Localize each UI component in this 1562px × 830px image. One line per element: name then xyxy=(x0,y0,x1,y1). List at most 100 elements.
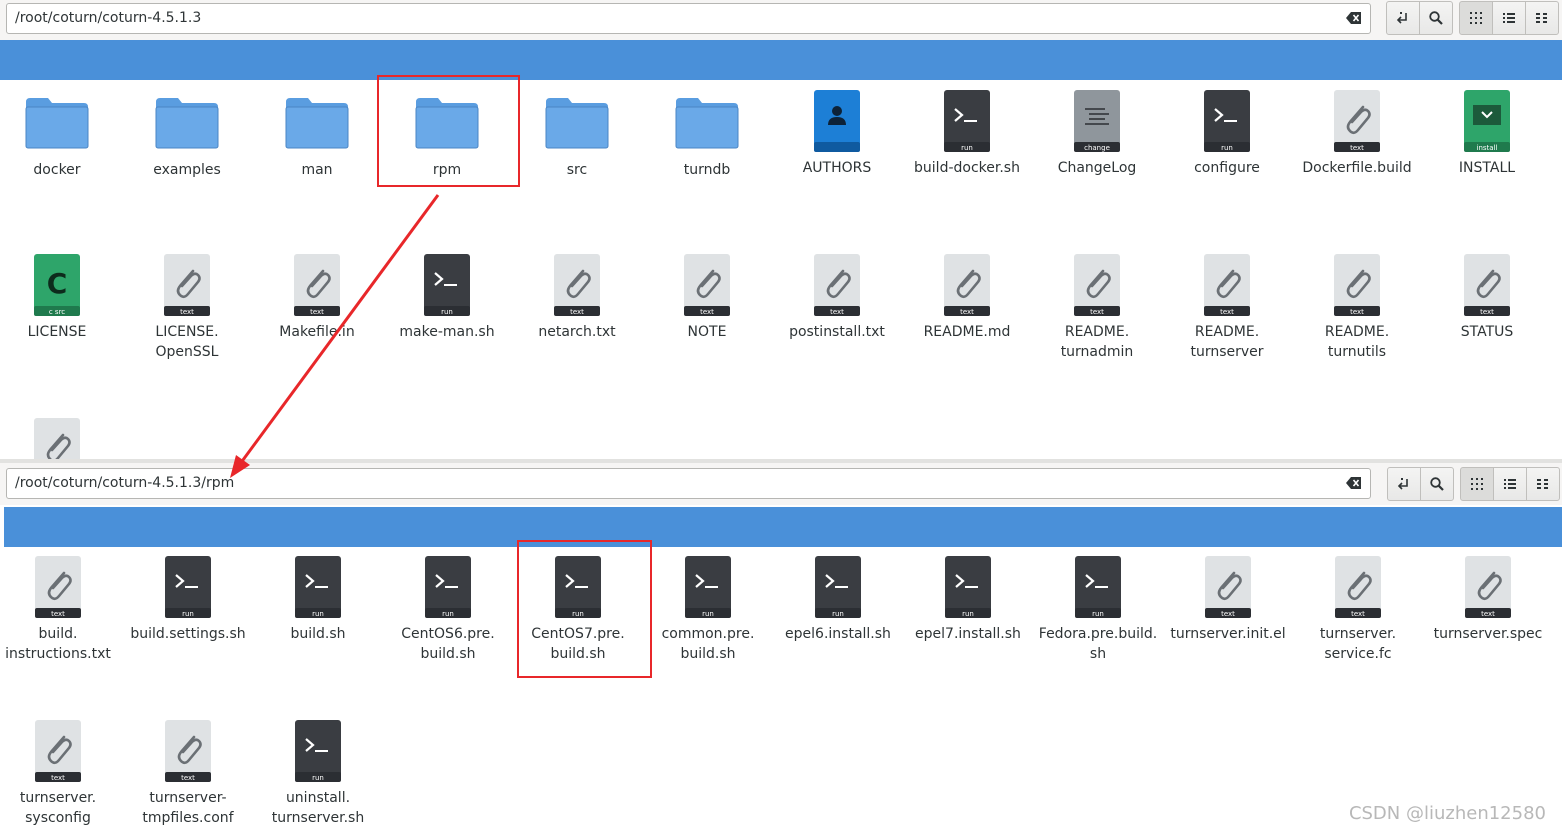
file-name-label: Makefile.in xyxy=(279,324,355,340)
top-item[interactable]: text NOTE xyxy=(643,253,771,342)
list-view-button[interactable] xyxy=(1493,467,1527,501)
svg-text:run: run xyxy=(182,610,194,618)
svg-text:text: text xyxy=(1090,308,1104,316)
bottom-item[interactable]: text turnserver.init.el xyxy=(1164,555,1292,644)
bottom-item[interactable]: run build.sh xyxy=(254,555,382,644)
text-icon: text xyxy=(294,254,340,316)
bottom-item[interactable]: text turnserver. sysconfig xyxy=(0,719,122,828)
clear-icon[interactable] xyxy=(1346,11,1362,25)
file-name-label: postinstall.txt xyxy=(789,324,885,340)
authors-icon xyxy=(814,90,860,152)
svg-text:text: text xyxy=(51,610,65,618)
bottom-blue-bar xyxy=(4,507,1562,547)
bottom-toolbar: /root/coturn/coturn-4.5.1.3/rpm xyxy=(0,463,1562,505)
file-name-label: Fedora.pre.build. sh xyxy=(1038,626,1158,662)
top-item[interactable]: src xyxy=(513,95,641,180)
install-icon: install xyxy=(1464,90,1510,152)
toggle-location-button[interactable] xyxy=(1386,1,1420,35)
svg-text:text: text xyxy=(1221,610,1235,618)
file-name-label: build-docker.sh xyxy=(914,160,1020,176)
bottom-item[interactable]: run uninstall. turnserver.sh xyxy=(254,719,382,828)
svg-text:text: text xyxy=(1220,308,1234,316)
top-item[interactable]: text netarch.txt xyxy=(513,253,641,342)
folder-icon xyxy=(675,98,739,149)
bottom-item[interactable]: run Fedora.pre.build. sh xyxy=(1034,555,1162,664)
clear-icon[interactable] xyxy=(1346,476,1362,490)
run-icon: run xyxy=(815,556,861,618)
toggle-location-button[interactable] xyxy=(1387,467,1421,501)
top-item[interactable]: change ChangeLog xyxy=(1033,89,1161,178)
file-name-label: turndb xyxy=(683,162,731,178)
file-name-label: turnserver.init.el xyxy=(1170,626,1286,642)
file-name-label: epel6.install.sh xyxy=(785,626,891,642)
top-item[interactable]: man xyxy=(253,95,381,180)
grid-view-button[interactable] xyxy=(1459,1,1493,35)
search-button[interactable] xyxy=(1419,1,1453,35)
text-icon: text xyxy=(164,254,210,316)
top-item[interactable]: text README.md xyxy=(903,253,1031,342)
view-options-button[interactable] xyxy=(1525,1,1559,35)
folder-icon xyxy=(545,98,609,149)
text-icon: text xyxy=(684,254,730,316)
bottom-item[interactable]: run build.settings.sh xyxy=(124,555,252,644)
top-item[interactable]: run make-man.sh xyxy=(383,253,511,342)
file-name-label: docker xyxy=(33,162,81,178)
text-icon: text xyxy=(1335,556,1381,618)
svg-text:text: text xyxy=(570,308,584,316)
bottom-item[interactable]: text build. instructions.txt xyxy=(0,555,122,664)
bottom-item[interactable]: run CentOS6.pre. build.sh xyxy=(384,555,512,664)
search-button[interactable] xyxy=(1420,467,1454,501)
location-entry[interactable]: /root/coturn/coturn-4.5.1.3 xyxy=(6,3,1371,34)
bottom-item[interactable]: run common.pre. build.sh xyxy=(644,555,772,664)
location-entry-rpm[interactable]: /root/coturn/coturn-4.5.1.3/rpm xyxy=(6,468,1371,499)
top-item[interactable]: text xyxy=(0,417,121,459)
run-icon: run xyxy=(425,556,471,618)
file-name-label: src xyxy=(566,162,588,178)
list-view-button[interactable] xyxy=(1492,1,1526,35)
run-icon: run xyxy=(295,720,341,782)
top-item[interactable]: text Dockerfile.build xyxy=(1293,89,1421,178)
folder-icon xyxy=(25,98,89,149)
top-item[interactable]: text README. turnserver xyxy=(1163,253,1291,362)
top-item[interactable]: text README. turnadmin xyxy=(1033,253,1161,362)
svg-text:install: install xyxy=(1477,144,1498,152)
svg-text:text: text xyxy=(51,774,65,782)
top-item[interactable]: install INSTALL xyxy=(1423,89,1551,178)
location-path: /root/coturn/coturn-4.5.1.3 xyxy=(15,10,202,26)
top-item[interactable]: run build-docker.sh xyxy=(903,89,1031,178)
view-options-button[interactable] xyxy=(1526,467,1560,501)
svg-text:run: run xyxy=(961,144,973,152)
top-item[interactable]: run configure xyxy=(1163,89,1291,178)
bottom-item[interactable]: text turnserver- tmpfiles.conf xyxy=(124,719,252,828)
bottom-item[interactable]: text turnserver. service.fc xyxy=(1294,555,1422,664)
svg-text:text: text xyxy=(1350,144,1364,152)
svg-text:run: run xyxy=(962,610,974,618)
bottom-item[interactable]: run epel6.install.sh xyxy=(774,555,902,644)
top-item[interactable]: text postinstall.txt xyxy=(773,253,901,342)
file-name-label: uninstall. turnserver.sh xyxy=(271,790,365,826)
highlight-box-rpm xyxy=(377,75,520,187)
top-item[interactable]: text README. turnutils xyxy=(1293,253,1421,362)
top-item[interactable]: text STATUS xyxy=(1423,253,1551,342)
text-icon: text xyxy=(814,254,860,316)
watermark: CSDN @liuzhen12580 xyxy=(1348,803,1546,824)
top-item[interactable]: text LICENSE. OpenSSL xyxy=(123,253,251,362)
top-item[interactable]: examples xyxy=(123,95,251,180)
bottom-item[interactable]: text turnserver.spec xyxy=(1424,555,1552,644)
top-item[interactable]: docker xyxy=(0,95,121,180)
file-name-label: configure xyxy=(1194,160,1260,176)
file-name-label: Dockerfile.build xyxy=(1302,160,1412,176)
view-options-icon xyxy=(1537,479,1548,489)
svg-text:run: run xyxy=(312,774,324,782)
bottom-item[interactable]: run epel7.install.sh xyxy=(904,555,1032,644)
text-icon: text xyxy=(554,254,600,316)
search-icon xyxy=(1430,477,1444,491)
text-icon: text xyxy=(34,418,80,459)
text-icon: text xyxy=(1334,254,1380,316)
top-item[interactable]: turndb xyxy=(643,95,771,180)
svg-text:C: C xyxy=(47,267,68,300)
top-item[interactable]: Cc src LICENSE xyxy=(0,253,121,342)
grid-view-button[interactable] xyxy=(1460,467,1494,501)
top-item[interactable]: AUTHORS xyxy=(773,89,901,178)
top-item[interactable]: text Makefile.in xyxy=(253,253,381,342)
